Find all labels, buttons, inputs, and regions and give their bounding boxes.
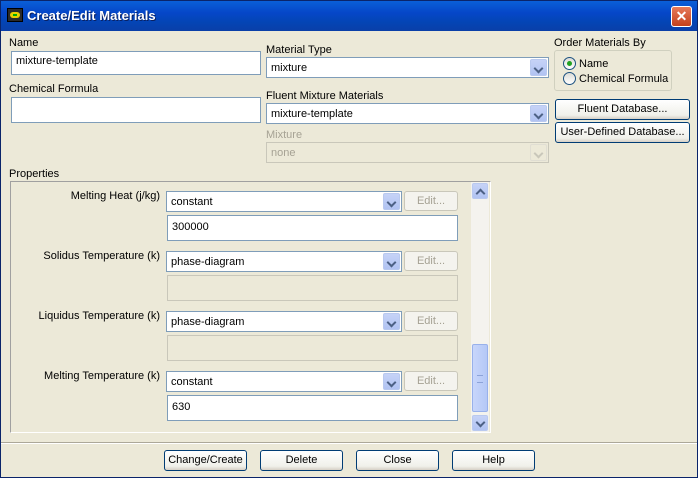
melting-heat-input[interactable]: 300000 xyxy=(167,215,458,241)
properties-scrollbar[interactable] xyxy=(471,182,489,432)
properties-panel: Melting Heat (j/kg) constant Edit... 300… xyxy=(10,181,491,433)
close-button[interactable]: Close xyxy=(356,450,439,471)
close-window-button[interactable]: ✕ xyxy=(671,6,692,27)
melting-temperature-input[interactable]: 630 xyxy=(167,395,458,421)
scroll-down-icon[interactable] xyxy=(472,415,488,431)
material-type-label: Material Type xyxy=(266,44,332,56)
chemical-formula-input[interactable] xyxy=(11,97,261,123)
melting-temperature-method-value: constant xyxy=(171,376,213,388)
chemical-formula-label: Chemical Formula xyxy=(9,83,99,95)
solidus-temperature-edit-button: Edit... xyxy=(404,251,458,271)
mixture-value: none xyxy=(271,147,296,159)
user-defined-database-button[interactable]: User-Defined Database... xyxy=(555,122,690,143)
name-label: Name xyxy=(9,37,39,49)
chevron-down-icon[interactable] xyxy=(383,193,400,210)
scroll-up-icon[interactable] xyxy=(472,183,488,199)
liquidus-temperature-method-dropdown[interactable]: phase-diagram xyxy=(166,311,402,332)
mixture-dropdown: none xyxy=(266,142,549,163)
melting-temperature-label: Melting Temperature (k) xyxy=(44,370,160,382)
solidus-temperature-label: Solidus Temperature (k) xyxy=(43,250,160,262)
melting-heat-label: Melting Heat (j/kg) xyxy=(70,190,160,202)
order-by-name-radio[interactable] xyxy=(563,57,576,70)
chevron-down-icon[interactable] xyxy=(530,59,547,76)
chevron-down-icon[interactable] xyxy=(383,313,400,330)
order-by-formula-radio[interactable] xyxy=(563,72,576,85)
fluent-database-button[interactable]: Fluent Database... xyxy=(555,99,690,120)
title-bar[interactable]: Create/Edit Materials ✕ xyxy=(1,1,697,31)
order-by-group: Name Chemical Formula xyxy=(554,50,672,91)
solidus-temperature-input xyxy=(167,275,458,301)
chevron-down-icon xyxy=(530,144,547,161)
help-button[interactable]: Help xyxy=(452,450,535,471)
window-title: Create/Edit Materials xyxy=(27,8,156,23)
liquidus-temperature-label: Liquidus Temperature (k) xyxy=(38,310,160,322)
liquidus-temperature-input xyxy=(167,335,458,361)
chevron-down-icon[interactable] xyxy=(383,253,400,270)
material-type-value: mixture xyxy=(271,62,308,74)
app-icon xyxy=(7,8,23,22)
fluent-mixture-materials-dropdown[interactable]: mixture-template xyxy=(266,103,549,124)
liquidus-temperature-method-value: phase-diagram xyxy=(171,316,245,328)
fluent-mixture-materials-label: Fluent Mixture Materials xyxy=(266,90,384,102)
change-create-button[interactable]: Change/Create xyxy=(164,450,247,471)
mixture-label: Mixture xyxy=(266,129,303,141)
melting-heat-method-dropdown[interactable]: constant xyxy=(166,191,402,212)
solidus-temperature-method-dropdown[interactable]: phase-diagram xyxy=(166,251,402,272)
order-by-name-label[interactable]: Name xyxy=(579,58,608,70)
material-type-dropdown[interactable]: mixture xyxy=(266,57,549,78)
melting-heat-method-value: constant xyxy=(171,196,213,208)
liquidus-temperature-edit-button: Edit... xyxy=(404,311,458,331)
properties-label: Properties xyxy=(9,168,60,180)
name-input[interactable]: mixture-template xyxy=(11,51,261,75)
scrollbar-thumb[interactable] xyxy=(472,344,488,412)
chevron-down-icon[interactable] xyxy=(383,373,400,390)
footer-divider xyxy=(1,442,697,444)
melting-temperature-method-dropdown[interactable]: constant xyxy=(166,371,402,392)
create-edit-materials-dialog: Create/Edit Materials ✕ Name mixture-tem… xyxy=(0,0,698,478)
chevron-down-icon[interactable] xyxy=(530,105,547,122)
melting-heat-edit-button: Edit... xyxy=(404,191,458,211)
solidus-temperature-method-value: phase-diagram xyxy=(171,256,245,268)
fluent-mixture-materials-value: mixture-template xyxy=(271,108,353,120)
delete-button[interactable]: Delete xyxy=(260,450,343,471)
order-by-label: Order Materials By xyxy=(554,37,646,49)
melting-temperature-edit-button: Edit... xyxy=(404,371,458,391)
order-by-formula-label[interactable]: Chemical Formula xyxy=(579,73,668,85)
